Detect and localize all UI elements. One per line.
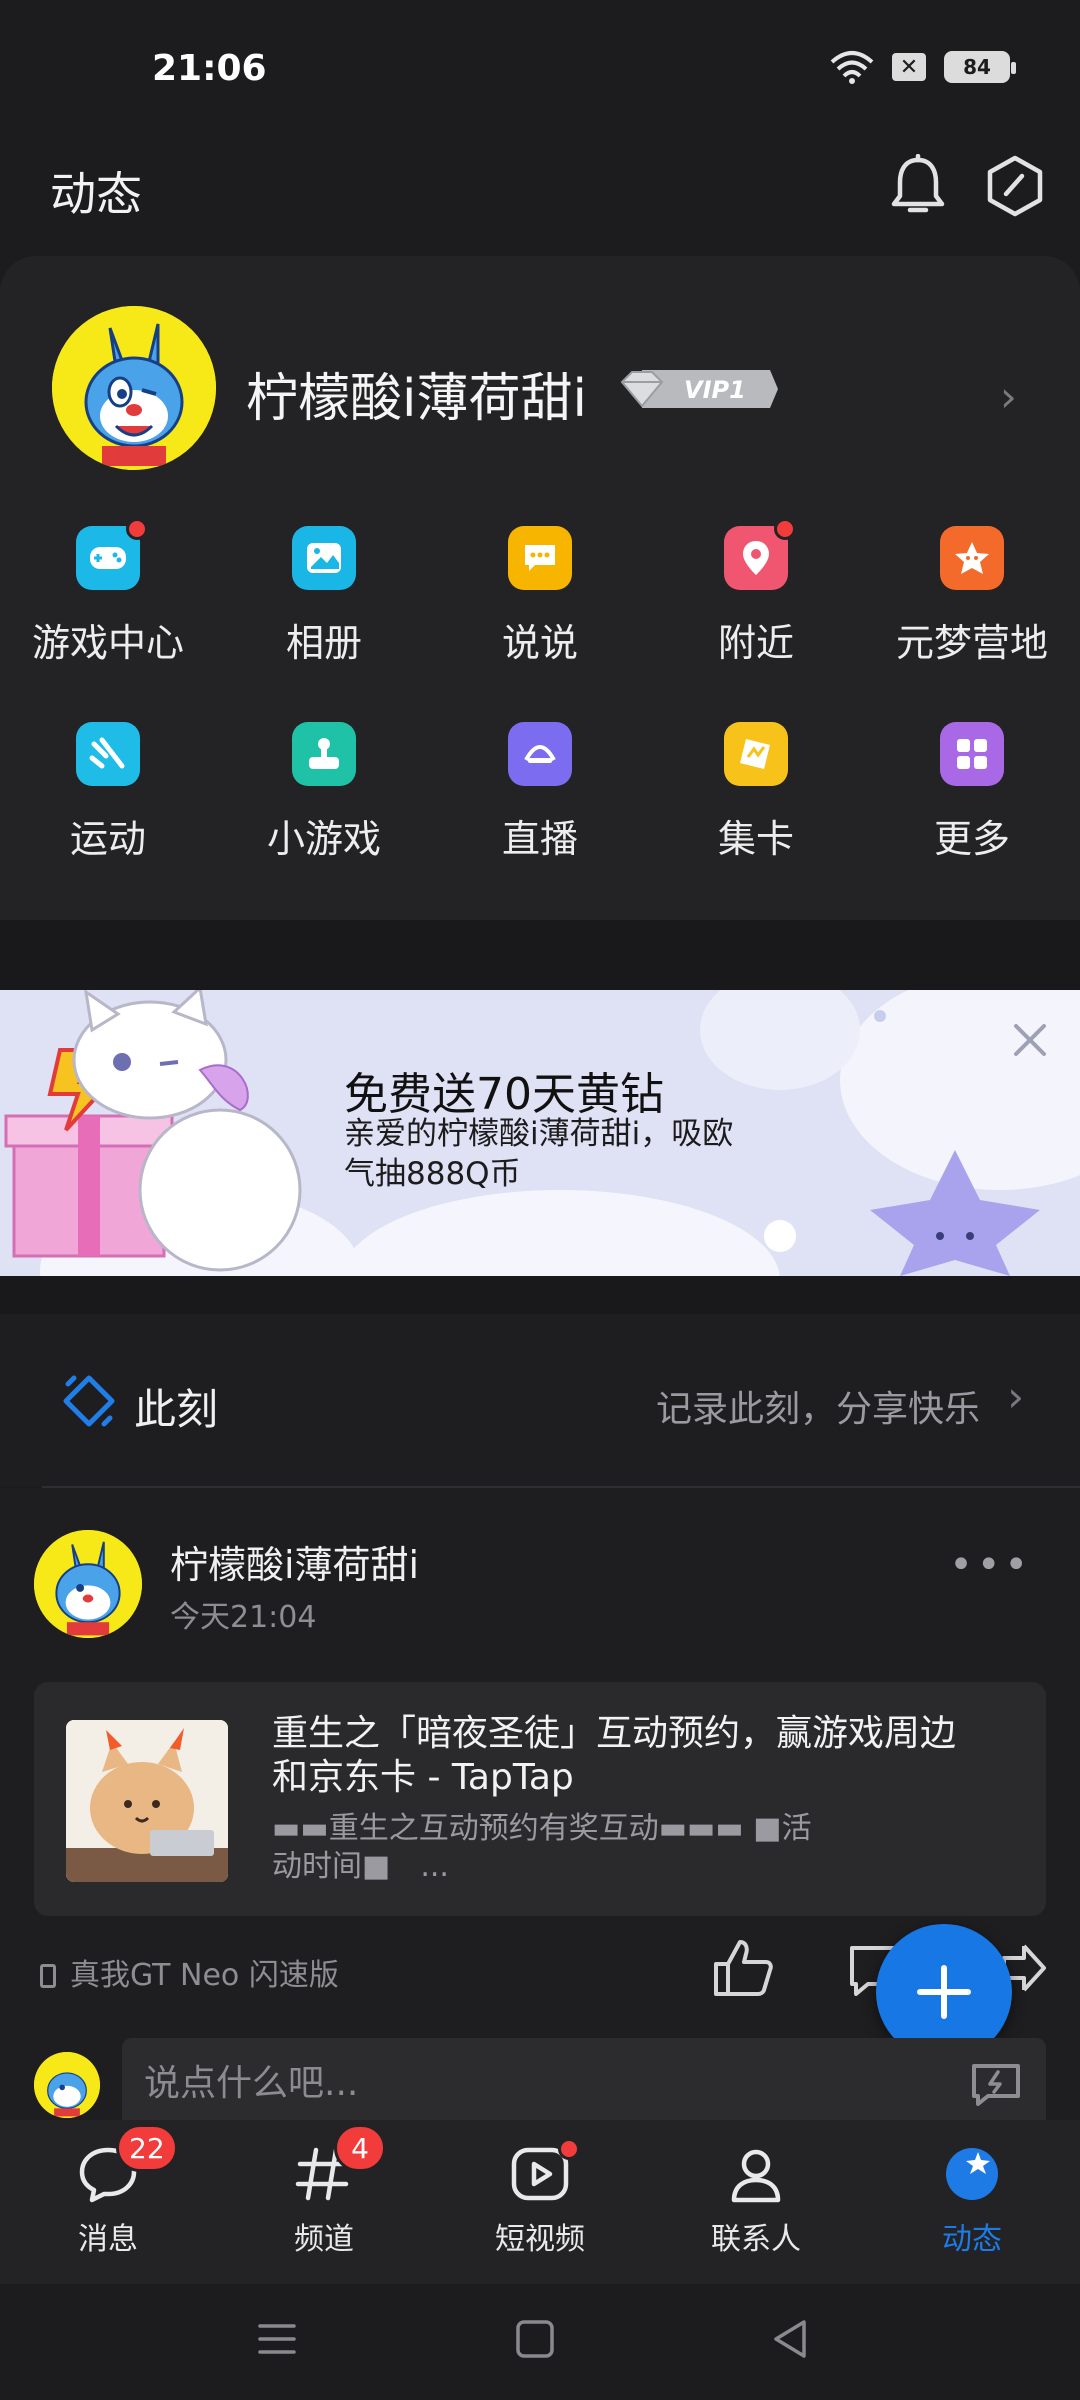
avatar[interactable] xyxy=(52,306,216,470)
tab-label: 消息 xyxy=(78,2222,138,2257)
menu-icon[interactable] xyxy=(252,2314,302,2364)
grid-label: 更多 xyxy=(933,817,1010,861)
joystick-icon xyxy=(292,722,356,786)
status-icons: ✕ 84 xyxy=(830,50,1016,84)
wifi-icon xyxy=(830,51,874,84)
post-time: 今天21:04 xyxy=(170,1600,317,1635)
phone-icon xyxy=(40,1964,56,1988)
tab-label: 联系人 xyxy=(711,2222,801,2257)
banner-title: 免费送70天黄钻 xyxy=(344,1069,664,1120)
tab-label: 频道 xyxy=(294,2222,354,2257)
grid-label: 小游戏 xyxy=(266,817,381,861)
quick-reply-icon[interactable] xyxy=(970,2062,1022,2108)
grid-item-album[interactable]: 相册 xyxy=(216,526,432,667)
device-name: 真我GT Neo 闪速版 xyxy=(70,1958,339,1993)
gamepad-icon xyxy=(76,518,148,590)
chat-bubble-icon xyxy=(508,526,572,590)
vip-badge[interactable]: VIP1 xyxy=(618,368,780,410)
sim-x-icon: ✕ xyxy=(892,53,926,81)
grid-item-more[interactable]: 更多 xyxy=(864,722,1080,863)
tab-moments[interactable]: 动态 xyxy=(864,2142,1080,2258)
grid-item-nearby[interactable]: 附近 xyxy=(648,518,864,667)
album-icon xyxy=(292,526,356,590)
link-thumbnail xyxy=(66,1720,228,1882)
notification-dot xyxy=(126,518,148,540)
grid-label: 附近 xyxy=(717,621,794,665)
moments-bar[interactable]: 此刻 记录此刻，分享快乐 › xyxy=(0,1314,1080,1486)
profile-card: 柠檬酸i薄荷甜i VIP1 › 游戏中心 相册 说说 附近 元梦营地 运动 小游… xyxy=(0,256,1080,920)
card-icon xyxy=(724,722,788,786)
device-label: 真我GT Neo 闪速版 xyxy=(40,1950,339,1994)
person-icon xyxy=(731,2149,781,2203)
moments-title: 此刻 xyxy=(134,1385,219,1434)
thumbs-up-icon[interactable] xyxy=(712,1938,774,1998)
tab-channels[interactable]: 4 频道 xyxy=(216,2124,432,2258)
status-bar: 21:06 ✕ 84 xyxy=(0,0,1080,140)
tab-label: 短视频 xyxy=(495,2222,585,2257)
grid-item-shuoshuo[interactable]: 说说 xyxy=(432,526,648,667)
comment-row xyxy=(0,2028,1080,2128)
grid-item-live[interactable]: 直播 xyxy=(432,722,648,863)
bell-icon[interactable] xyxy=(888,154,948,218)
grid-label: 相册 xyxy=(285,621,362,665)
grid-item-card-collect[interactable]: 集卡 xyxy=(648,722,864,863)
tab-label: 动态 xyxy=(942,2222,1002,2257)
chevron-right-icon[interactable]: › xyxy=(1007,1372,1024,1421)
promo-banner[interactable]: 免费送70天黄钻 亲爱的柠檬酸i薄荷甜i，吸欧气抽888Q币 xyxy=(0,990,1080,1276)
grid-label: 说说 xyxy=(501,621,578,665)
section-gap xyxy=(0,1276,1080,1314)
grid-label: 直播 xyxy=(501,817,578,861)
system-navigation-bar xyxy=(0,2284,1080,2400)
grid-label: 游戏中心 xyxy=(31,621,184,665)
plus-icon xyxy=(917,1965,971,2019)
unread-badge: 4 xyxy=(334,2124,386,2172)
tab-short-video[interactable]: 短视频 xyxy=(432,2138,648,2258)
star-face-icon xyxy=(940,526,1004,590)
more-options-icon[interactable]: ••• xyxy=(949,1542,1032,1588)
banner-subtitle: 亲爱的柠檬酸i薄荷甜i，吸欧气抽888Q币 xyxy=(344,1116,734,1192)
bottom-tab-bar: 22 消息 4 频道 短视频 联系人 动态 xyxy=(0,2120,1080,2284)
grid-item-game-center[interactable]: 游戏中心 xyxy=(0,518,216,667)
moments-record-link[interactable]: 记录此刻，分享快乐 xyxy=(656,1380,980,1432)
battery-indicator: 84 xyxy=(944,51,1016,83)
chevron-right-icon[interactable]: › xyxy=(1000,372,1017,421)
grid-label: 元梦营地 xyxy=(895,621,1048,665)
grid-label: 集卡 xyxy=(717,817,794,861)
status-time: 21:06 xyxy=(152,48,267,89)
location-pin-icon xyxy=(724,518,796,590)
moments-diamond-icon xyxy=(63,1375,115,1427)
tab-contacts[interactable]: 联系人 xyxy=(648,2142,864,2258)
grid-item-sport[interactable]: 运动 xyxy=(0,722,216,863)
comment-input[interactable] xyxy=(122,2038,1046,2128)
link-title: 重生之「暗夜圣徒」互动预约，赢游戏周边和京东卡 - TapTap xyxy=(272,1713,957,1798)
unread-badge: 22 xyxy=(116,2124,178,2172)
page-header: 动态 xyxy=(0,140,1080,260)
grid-item-yuanmeng[interactable]: 元梦营地 xyxy=(864,526,1080,667)
section-gap xyxy=(0,920,1080,990)
link-description: ▬▬重生之互动预约有奖互动▬▬▬ ■活动时间■ ... xyxy=(272,1811,812,1884)
grid-label: 运动 xyxy=(69,817,146,861)
post-author[interactable]: 柠檬酸i薄荷甜i xyxy=(170,1534,419,1589)
page-title: 动态 xyxy=(50,167,142,221)
hexagon-settings-icon[interactable] xyxy=(984,154,1046,218)
shared-link-card[interactable]: 重生之「暗夜圣徒」互动预约，赢游戏周边和京东卡 - TapTap ▬▬重生之互动… xyxy=(34,1682,1046,1916)
back-icon[interactable] xyxy=(766,2314,816,2364)
star-circle-icon xyxy=(946,2148,998,2200)
close-icon[interactable] xyxy=(1010,1020,1050,1060)
more-grid-icon xyxy=(940,722,1004,786)
vip-label: VIP1 xyxy=(684,376,746,404)
notification-dot xyxy=(558,2138,580,2160)
tab-messages[interactable]: 22 消息 xyxy=(0,2124,216,2258)
run-icon xyxy=(76,722,140,786)
avatar[interactable] xyxy=(34,2052,100,2118)
grid-item-mini-game[interactable]: 小游戏 xyxy=(216,722,432,863)
live-icon xyxy=(508,722,572,786)
home-square-icon[interactable] xyxy=(510,2314,560,2364)
avatar[interactable] xyxy=(34,1530,142,1638)
profile-name[interactable]: 柠檬酸i薄荷甜i xyxy=(246,356,587,431)
notification-dot xyxy=(774,518,796,540)
